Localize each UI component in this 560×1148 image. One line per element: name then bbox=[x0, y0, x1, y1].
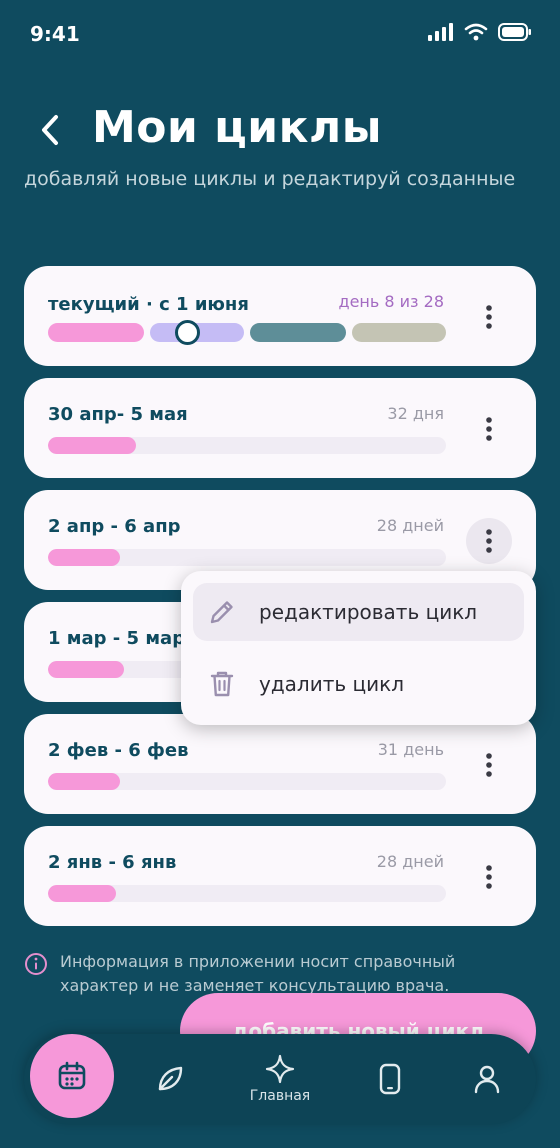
cycle-progress-track bbox=[48, 885, 446, 902]
cycle-length: 31 день bbox=[377, 740, 444, 759]
status-icons bbox=[428, 22, 532, 46]
more-options-button[interactable] bbox=[466, 742, 512, 788]
trash-icon bbox=[205, 667, 239, 701]
cycle-progress-track bbox=[48, 549, 446, 566]
wifi-icon bbox=[464, 23, 488, 45]
nav-profile[interactable] bbox=[462, 1034, 512, 1124]
cycle-length: 28 дней bbox=[376, 516, 444, 535]
cycle-title: 2 янв - 6 янв bbox=[48, 852, 177, 873]
nav-home-label: Главная bbox=[249, 1088, 311, 1104]
more-options-button[interactable] bbox=[466, 406, 512, 452]
more-options-button[interactable] bbox=[466, 294, 512, 340]
edit-cycle-label: редактировать цикл bbox=[259, 600, 478, 624]
page-title: Мои циклы bbox=[92, 102, 382, 153]
header: Мои циклы bbox=[0, 100, 560, 170]
chevron-left-icon bbox=[42, 115, 58, 145]
signal-icon bbox=[428, 23, 454, 45]
more-options-button[interactable] bbox=[466, 854, 512, 900]
cycle-title: 2 фев - 6 фев bbox=[48, 740, 189, 761]
leaf-icon bbox=[158, 1066, 183, 1091]
cycle-context-menu: редактировать цикл удалить цикл bbox=[181, 571, 536, 725]
status-time: 9:41 bbox=[30, 22, 80, 46]
nav-calendar[interactable] bbox=[30, 1034, 114, 1118]
nav-home[interactable]: Главная bbox=[240, 1034, 320, 1124]
cycle-title: 30 апр- 5 мая bbox=[48, 404, 188, 425]
more-vertical-icon bbox=[486, 305, 492, 329]
info-icon bbox=[25, 953, 47, 975]
cycle-progress-fill bbox=[48, 437, 136, 454]
cycle-card[interactable]: 2 янв - 6 янв 28 дней bbox=[24, 826, 536, 926]
edit-cycle-menu-item[interactable]: редактировать цикл bbox=[193, 583, 524, 641]
cycle-progress-track bbox=[48, 773, 446, 790]
phase-luteal bbox=[352, 323, 446, 342]
phase-menstrual bbox=[48, 323, 144, 342]
cycle-phase-bar bbox=[48, 320, 446, 345]
current-day-marker bbox=[175, 320, 200, 345]
battery-icon bbox=[498, 23, 532, 45]
more-vertical-icon bbox=[486, 753, 492, 777]
cycle-title: текущий · с 1 июня bbox=[48, 294, 249, 315]
back-button[interactable] bbox=[30, 108, 70, 152]
more-vertical-icon bbox=[486, 529, 492, 553]
cycle-card[interactable]: 2 фев - 6 фев 31 день bbox=[24, 714, 536, 814]
cycle-progress-fill bbox=[48, 661, 124, 678]
disclaimer-text: Информация в приложении носит справочный… bbox=[60, 952, 456, 995]
cycle-progress-track bbox=[48, 437, 446, 454]
bottom-nav: Главная bbox=[24, 1034, 536, 1124]
sparkle-icon bbox=[265, 1054, 295, 1084]
cycle-card[interactable]: 30 апр- 5 мая 32 дня bbox=[24, 378, 536, 478]
cycle-day-counter: день 8 из 28 bbox=[338, 292, 445, 311]
more-options-button[interactable] bbox=[466, 518, 512, 564]
pencil-icon bbox=[205, 595, 239, 629]
cycle-length: 28 дней bbox=[376, 852, 444, 871]
page-subtitle: добавляй новые циклы и редактируй создан… bbox=[24, 168, 516, 190]
more-vertical-icon bbox=[486, 865, 492, 889]
phase-ovulation bbox=[250, 323, 346, 342]
more-vertical-icon bbox=[486, 417, 492, 441]
phone-icon bbox=[379, 1063, 401, 1095]
calendar-icon bbox=[58, 1061, 86, 1090]
cycle-title: 1 мар - 5 мар bbox=[48, 628, 186, 649]
nav-device[interactable] bbox=[365, 1034, 415, 1124]
cycle-length: 32 дня bbox=[387, 404, 444, 423]
cycle-card-current[interactable]: текущий · с 1 июня день 8 из 28 bbox=[24, 266, 536, 366]
user-icon bbox=[474, 1065, 500, 1094]
delete-cycle-label: удалить цикл bbox=[259, 672, 404, 696]
delete-cycle-menu-item[interactable]: удалить цикл bbox=[193, 655, 524, 713]
cycle-progress-fill bbox=[48, 549, 120, 566]
cycle-progress-fill bbox=[48, 773, 120, 790]
cycle-title: 2 апр - 6 апр bbox=[48, 516, 181, 537]
nav-leaf[interactable] bbox=[144, 1034, 196, 1124]
status-bar: 9:41 bbox=[0, 0, 560, 70]
cycle-progress-fill bbox=[48, 885, 116, 902]
